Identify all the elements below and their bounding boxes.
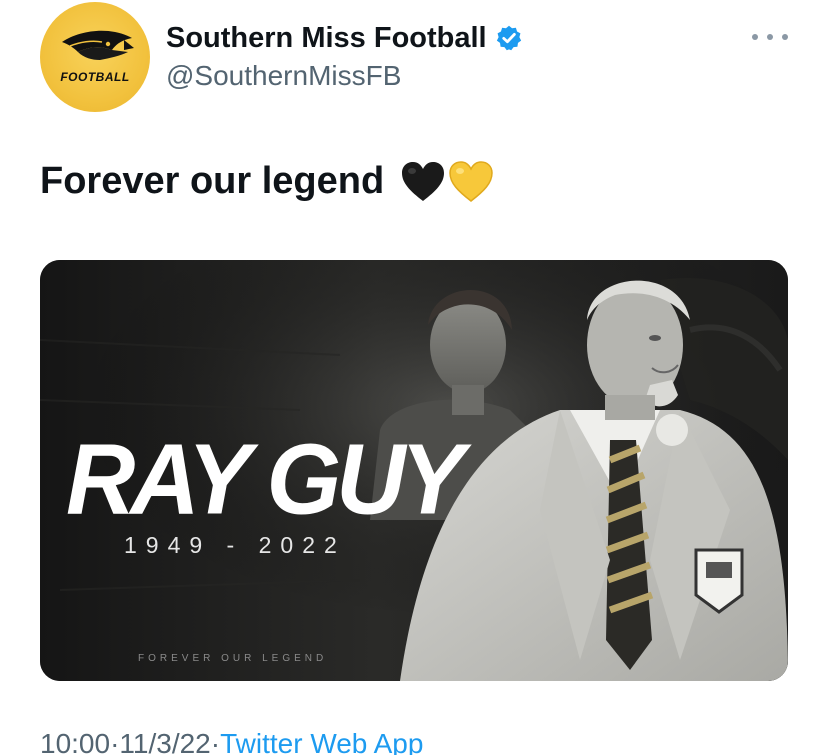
tweet-time[interactable]: 10:00 <box>40 728 110 755</box>
handle[interactable]: @SouthernMissFB <box>166 60 401 92</box>
media-tagline: FOREVER OUR LEGEND <box>138 653 328 664</box>
media-years: 1949 - 2022 <box>124 532 346 558</box>
verified-badge-icon <box>496 25 521 51</box>
more-dot-icon <box>767 34 773 40</box>
more-dot-icon <box>752 34 758 40</box>
meta-separator: · <box>110 728 120 755</box>
tweet-date[interactable]: 11/3/22 <box>119 728 210 755</box>
more-options-button[interactable] <box>752 22 788 52</box>
tweet-meta: 10:00 · 11/3/22 · Twitter Web App <box>40 728 423 755</box>
more-dot-icon <box>782 34 788 40</box>
tweet-card: FOOTBALL Southern Miss Football @Souther… <box>0 0 828 755</box>
avatar-text: FOOTBALL <box>60 70 130 84</box>
yellow-heart-icon <box>449 160 493 202</box>
media-headline: RAY GUY <box>66 423 465 536</box>
emoji-group <box>400 160 494 203</box>
black-heart-icon <box>402 161 445 201</box>
tweet-text: Forever our legend <box>40 160 494 203</box>
tweet-media-image[interactable]: RAY GUY 1949 - 2022 FOREVER OUR LEGEND <box>40 260 788 681</box>
avatar[interactable]: FOOTBALL <box>40 2 150 112</box>
tweet-source-link[interactable]: Twitter Web App <box>220 728 423 755</box>
author-name-row: Southern Miss Football <box>166 18 523 58</box>
golden-eagle-logo-icon <box>62 30 134 60</box>
tweet-text-content: Forever our legend <box>40 160 385 202</box>
meta-separator: · <box>210 728 221 755</box>
display-name[interactable]: Southern Miss Football <box>166 22 487 55</box>
